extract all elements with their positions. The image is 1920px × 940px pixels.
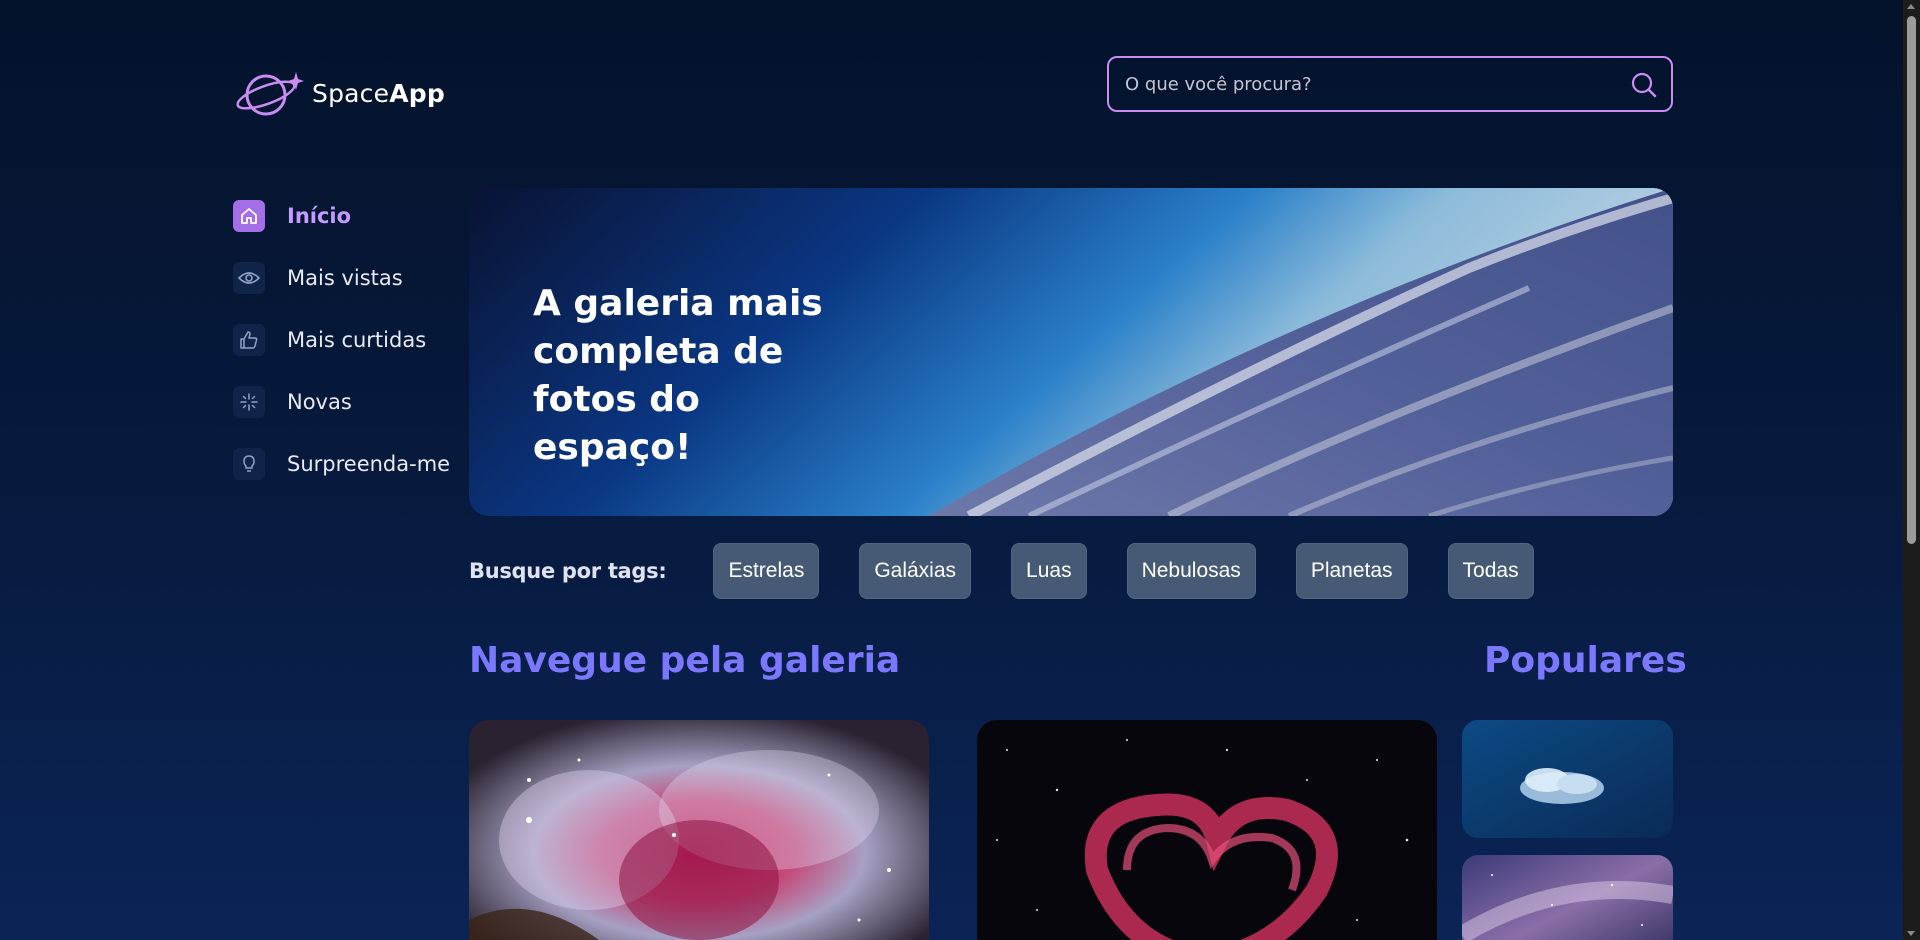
tag-planetas[interactable]: Planetas <box>1295 543 1408 599</box>
gallery-title: Navegue pela galeria <box>469 640 901 681</box>
heart-nebula-image <box>977 720 1437 940</box>
lightbulb-icon <box>233 448 265 480</box>
scroll-up-arrow-icon[interactable] <box>1907 4 1915 9</box>
tag-todas[interactable]: Todas <box>1447 543 1534 599</box>
popular-card[interactable] <box>1462 720 1673 838</box>
tag-galaxias[interactable]: Galáxias <box>859 543 972 599</box>
cloud-sky-image <box>1462 720 1673 838</box>
sidebar-item-label: Novas <box>287 390 352 414</box>
thumbs-up-icon <box>233 324 265 356</box>
sidebar-item-label: Mais curtidas <box>287 328 427 352</box>
tag-filter-bar: Busque por tags: Estrelas Galáxias Luas … <box>469 543 1574 599</box>
app-name: SpaceApp <box>312 78 445 108</box>
sidebar-item-mais-curtidas[interactable]: Mais curtidas <box>233 309 450 371</box>
eye-icon <box>233 262 265 294</box>
scroll-down-arrow-icon[interactable] <box>1907 931 1915 936</box>
banner-title: A galeria mais completa de fotos do espa… <box>533 283 823 468</box>
sidebar-item-inicio[interactable]: Início <box>233 185 450 247</box>
sparkle-icon <box>233 386 265 418</box>
page-scrollbar[interactable] <box>1903 0 1920 940</box>
scrollbar-thumb[interactable] <box>1907 16 1916 544</box>
search-icon[interactable] <box>1631 72 1657 102</box>
home-icon <box>233 200 265 232</box>
gallery-card[interactable] <box>469 720 929 940</box>
popular-title: Populares <box>1484 640 1687 681</box>
hero-banner: A galeria mais completa de fotos do espa… <box>469 188 1673 516</box>
tag-nebulosas[interactable]: Nebulosas <box>1126 543 1256 599</box>
search-input[interactable] <box>1125 58 1615 110</box>
logo[interactable]: SpaceApp <box>236 68 445 118</box>
tag-luas[interactable]: Luas <box>1011 543 1087 599</box>
orion-nebula-image <box>469 720 929 940</box>
sidebar-nav: Início Mais vistas Mais curtidas Novas S… <box>233 185 450 495</box>
search-box[interactable] <box>1107 56 1673 112</box>
popular-card[interactable] <box>1462 855 1673 940</box>
sidebar-item-surpreenda-me[interactable]: Surpreenda-me <box>233 433 450 495</box>
tag-estrelas[interactable]: Estrelas <box>713 543 820 599</box>
sidebar-item-label: Mais vistas <box>287 266 403 290</box>
milky-way-image <box>1462 855 1673 940</box>
sidebar-item-mais-vistas[interactable]: Mais vistas <box>233 247 450 309</box>
planet-logo-icon <box>236 72 304 116</box>
sidebar-item-label: Surpreenda-me <box>287 452 451 476</box>
sidebar-item-novas[interactable]: Novas <box>233 371 450 433</box>
gallery-card[interactable] <box>977 720 1437 940</box>
tags-label: Busque por tags: <box>469 559 667 583</box>
sidebar-item-label: Início <box>287 204 352 228</box>
